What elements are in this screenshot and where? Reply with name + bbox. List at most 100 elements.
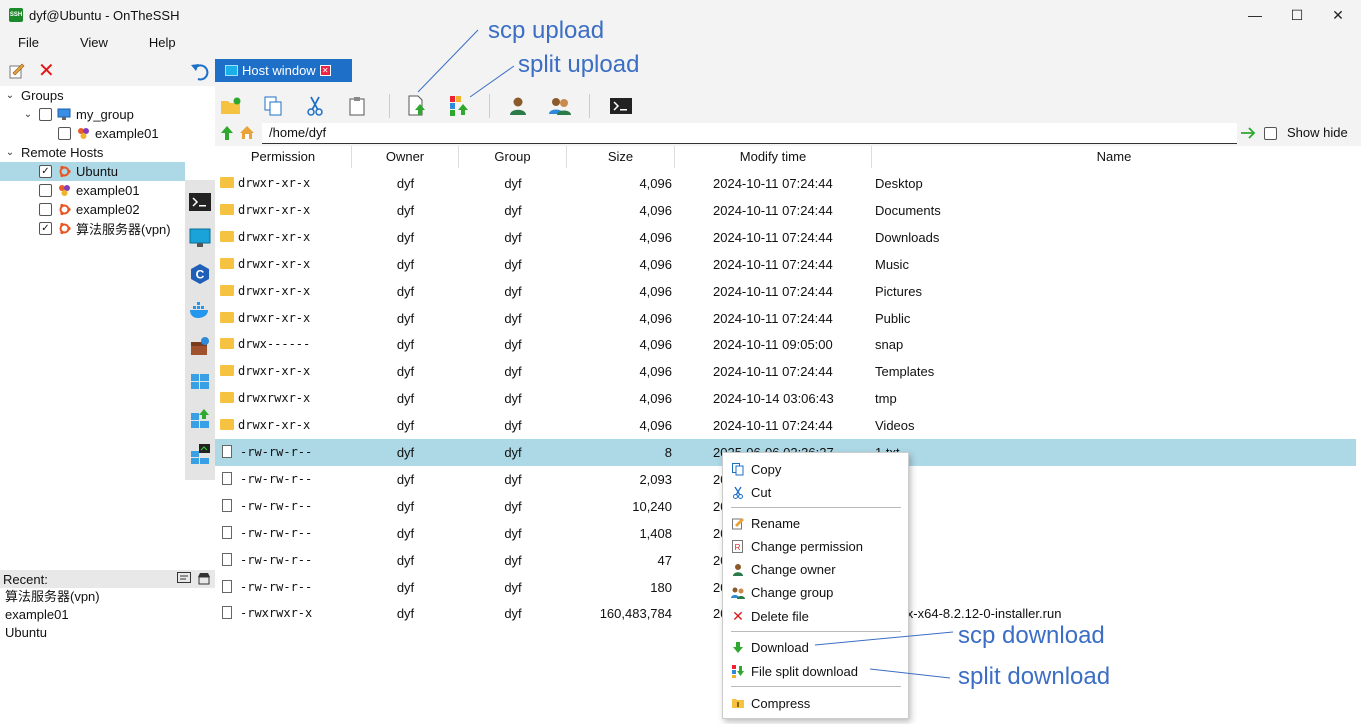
tree-my-group[interactable]: ⌄ my_group [22, 105, 134, 124]
terminal-icon[interactable] [188, 190, 212, 214]
cell-name: Music [875, 251, 1355, 278]
tab-close-icon[interactable]: ✕ [319, 65, 331, 76]
menu-view[interactable]: View [57, 32, 131, 54]
desktop-icon[interactable] [188, 226, 212, 250]
home-icon[interactable] [239, 125, 255, 143]
col-name[interactable]: Name [872, 146, 1356, 168]
windows-icon[interactable] [188, 370, 212, 394]
ctx-download[interactable]: Download [723, 636, 908, 658]
col-size[interactable]: Size [567, 146, 675, 168]
perm-text: drwxrwxr-x [238, 391, 311, 406]
size-text: 4,096 [639, 202, 672, 218]
name-text: Pictures [875, 283, 922, 299]
group-text: dyf [504, 310, 522, 326]
users-group-icon[interactable] [548, 94, 572, 118]
ctx-delete-file[interactable]: ✕ Delete file [723, 605, 908, 627]
ctx-compress[interactable]: Compress [723, 692, 908, 714]
recent-panel: Recent: 算法服务器(vpn) example01 Ubuntu [0, 570, 215, 724]
tree-host-ubuntu[interactable]: ✓ Ubuntu [0, 162, 185, 181]
ubuntu-checkbox[interactable]: ✓ [39, 165, 52, 178]
owner-text: dyf [396, 310, 415, 326]
chevron-down-icon[interactable]: ⌄ [4, 90, 16, 101]
recent-item[interactable]: Ubuntu [0, 624, 215, 642]
ctx-change-owner[interactable]: Change owner [723, 558, 908, 580]
folder-row[interactable]: drwxrwxr-x dyf dyf 4,096 2024-10-14 03:06:43… [215, 385, 1356, 412]
close-button[interactable]: ✕ [1315, 0, 1361, 30]
folder-row[interactable]: drwxr-xr-x dyf dyf 4,096 2024-10-11 07:24:44… [215, 170, 1356, 197]
folder-row[interactable]: drwxr-xr-x dyf dyf 4,096 2024-10-11 07:24:44… [215, 197, 1356, 224]
ctx-change-group[interactable]: Change group [723, 581, 908, 603]
chevron-down-icon[interactable]: ⌄ [22, 109, 34, 120]
cell-group: dyf [459, 305, 567, 332]
folder-row[interactable]: drwxr-xr-x dyf dyf 4,096 2024-10-11 07:24:44… [215, 278, 1356, 305]
chevron-down-icon[interactable]: ⌄ [4, 147, 16, 158]
vpn-host-checkbox[interactable]: ✓ [39, 222, 52, 235]
groups-label: Groups [21, 88, 64, 103]
folder-row[interactable]: drwxr-xr-x dyf dyf 4,096 2024-10-11 07:24:44… [215, 412, 1356, 439]
maximize-button[interactable]: ☐ [1274, 0, 1320, 30]
example01-checkbox[interactable] [39, 184, 52, 197]
folder-row[interactable]: drwxr-xr-x dyf dyf 4,096 2024-10-11 07:24:44… [215, 358, 1356, 385]
tree-host-vpn[interactable]: ✓ 算法服务器(vpn) [34, 219, 171, 238]
split-upload-icon[interactable] [447, 94, 471, 118]
ctx-change-permission[interactable]: R Change permission [723, 535, 908, 557]
shop-icon[interactable] [197, 572, 211, 588]
windows-upload-icon[interactable] [188, 406, 212, 430]
delete-icon[interactable]: ✕ [38, 61, 55, 81]
package-icon[interactable] [188, 334, 212, 358]
ctx-copy[interactable]: Copy [723, 458, 908, 480]
go-arrow-icon[interactable] [1240, 126, 1256, 143]
minimize-button[interactable]: — [1232, 0, 1278, 30]
tree-my-group-example01[interactable]: example01 [53, 124, 159, 143]
scp-upload-icon[interactable] [405, 94, 429, 118]
ctx-rename[interactable]: Rename [723, 512, 908, 534]
annotation-scp-download: scp download [958, 622, 1105, 649]
cut-icon[interactable] [303, 94, 327, 118]
edit-icon[interactable] [9, 63, 25, 79]
recent-item[interactable]: 算法服务器(vpn) [0, 588, 215, 606]
ctx-label: Copy [751, 461, 782, 477]
tree-groups[interactable]: ⌄ Groups [4, 86, 64, 105]
new-folder-icon[interactable] [219, 94, 243, 118]
recent-item[interactable]: example01 [0, 606, 215, 624]
perm-text: -rwxrwxr-x [240, 606, 313, 621]
cell-size: 4,096 [567, 385, 672, 412]
terminal-icon[interactable] [609, 94, 633, 118]
col-permission[interactable]: Permission [215, 146, 352, 168]
folder-row[interactable]: drwxr-xr-x dyf dyf 4,096 2024-10-11 07:24:44… [215, 251, 1356, 278]
col-modify-time[interactable]: Modify time [675, 146, 872, 168]
example02-checkbox[interactable] [39, 203, 52, 216]
windows-monitor-icon[interactable] [188, 442, 212, 466]
folder-row[interactable]: drwxr-xr-x dyf dyf 4,096 2024-10-11 07:24:44… [215, 224, 1356, 251]
tab-host-window[interactable]: Host window ✕ [215, 59, 352, 82]
perm-text: drwxr-xr-x [238, 229, 311, 244]
tree-remote-hosts[interactable]: ⌄ Remote Hosts [4, 143, 104, 162]
col-owner[interactable]: Owner [352, 146, 459, 168]
menu-help[interactable]: Help [131, 32, 194, 54]
list-icon[interactable] [177, 572, 191, 588]
folder-row[interactable]: drwx------ dyf dyf 4,096 2024-10-11 09:05:00… [215, 331, 1356, 358]
refresh-icon[interactable] [190, 60, 210, 85]
copy-icon[interactable] [261, 94, 285, 118]
cell-name: Pictures [875, 278, 1355, 305]
tree-host-example01[interactable]: example01 [34, 181, 140, 200]
ctx-file-split-download[interactable]: File split download [723, 660, 908, 682]
group-text: dyf [504, 471, 522, 487]
docker-icon[interactable] [188, 298, 212, 322]
arrow-up-icon[interactable] [220, 125, 234, 144]
paste-icon[interactable] [345, 94, 369, 118]
c-language-icon[interactable]: C [188, 262, 212, 286]
cell-perm: -rw-rw-r-- [220, 439, 350, 466]
example01-checkbox[interactable] [58, 127, 71, 140]
my-group-checkbox[interactable] [39, 108, 52, 121]
folder-row[interactable]: drwxr-xr-x dyf dyf 4,096 2024-10-11 07:24:44… [215, 305, 1356, 332]
show-hide-checkbox[interactable] [1264, 127, 1277, 140]
user-icon[interactable] [506, 94, 530, 118]
cell-name: ar [875, 493, 1355, 520]
menu-file[interactable]: File [0, 32, 57, 54]
menu-separator [731, 631, 901, 632]
tree-host-example02[interactable]: example02 [34, 200, 140, 219]
ctx-cut[interactable]: Cut [723, 481, 908, 503]
col-group[interactable]: Group [459, 146, 567, 168]
path-input[interactable]: /home/dyf [262, 123, 1237, 144]
